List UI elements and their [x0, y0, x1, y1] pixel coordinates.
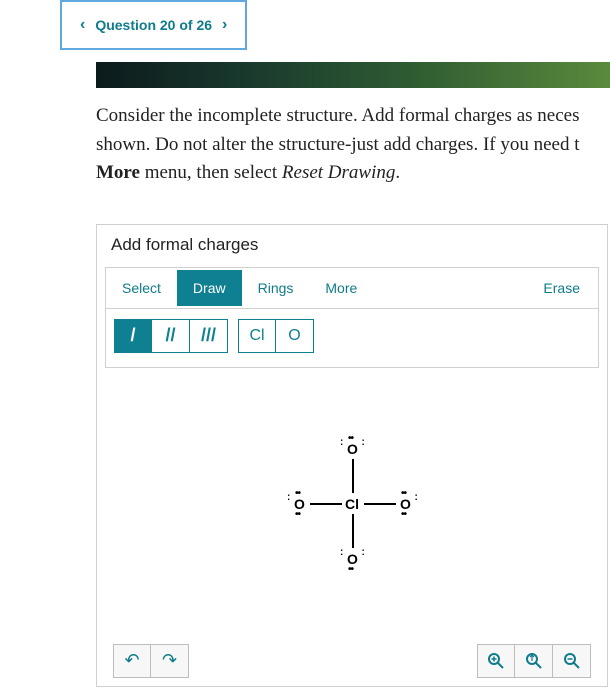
- undo-button[interactable]: ↶: [113, 644, 151, 678]
- bond[interactable]: [310, 503, 342, 505]
- lone-pair-icon: ••: [348, 564, 353, 575]
- structure-editor: Add formal charges Select Draw Rings Mor…: [96, 224, 608, 687]
- lone-pair-icon: ••: [295, 488, 300, 499]
- zoom-out-button[interactable]: [553, 644, 591, 678]
- lone-pair-icon: :: [362, 440, 365, 446]
- question-counter: Question 20 of 26: [95, 17, 212, 33]
- banner-image: [96, 62, 610, 88]
- lone-pair-icon: ••: [401, 509, 406, 520]
- prev-icon[interactable]: ‹: [80, 16, 85, 34]
- editor-footer: ↶ ↷: [105, 638, 599, 686]
- tab-more[interactable]: More: [309, 270, 373, 306]
- triple-bond-icon: ///: [201, 325, 216, 346]
- editor-tabs: Select Draw Rings More Erase: [105, 267, 599, 309]
- double-bond-icon: //: [165, 325, 175, 346]
- single-bond-button[interactable]: /: [114, 319, 152, 353]
- tab-erase[interactable]: Erase: [527, 270, 598, 306]
- single-bond-icon: /: [130, 325, 135, 346]
- bond[interactable]: [352, 514, 354, 548]
- tab-rings[interactable]: Rings: [242, 270, 310, 306]
- zoom-reset-icon: [525, 652, 543, 670]
- zoom-group: [477, 644, 591, 678]
- bond[interactable]: [352, 459, 354, 493]
- atom-cl-button[interactable]: Cl: [238, 319, 276, 353]
- atom-top[interactable]: •• : : O: [347, 441, 358, 457]
- lone-pair-icon: :: [415, 495, 418, 501]
- undo-redo-group: ↶ ↷: [113, 644, 189, 678]
- zoom-in-icon: [487, 652, 505, 670]
- drawing-canvas[interactable]: Cl •• : : O •• : : O •• ••: [105, 368, 599, 638]
- lone-pair-icon: :: [340, 550, 343, 556]
- bond-buttons: / // ///: [114, 319, 228, 353]
- undo-icon: ↶: [124, 650, 139, 671]
- molecule: Cl •• : : O •• : : O •• ••: [252, 413, 452, 593]
- atom-left[interactable]: •• •• : O: [294, 496, 305, 512]
- lone-pair-icon: ••: [401, 488, 406, 499]
- editor-title: Add formal charges: [97, 225, 607, 261]
- atom-right[interactable]: •• •• : O: [400, 496, 411, 512]
- tab-select[interactable]: Select: [106, 270, 177, 306]
- next-icon[interactable]: ›: [222, 16, 227, 34]
- tab-draw[interactable]: Draw: [177, 270, 242, 306]
- question-text: Consider the incomplete structure. Add f…: [96, 102, 610, 188]
- lone-pair-icon: ••: [295, 509, 300, 520]
- redo-button[interactable]: ↷: [151, 644, 189, 678]
- lone-pair-icon: :: [287, 495, 290, 501]
- atom-buttons: Cl O: [238, 319, 314, 353]
- lone-pair-icon: :: [340, 440, 343, 446]
- zoom-reset-button[interactable]: [515, 644, 553, 678]
- bond[interactable]: [364, 503, 396, 505]
- zoom-in-button[interactable]: [477, 644, 515, 678]
- lone-pair-icon: :: [362, 550, 365, 556]
- zoom-out-icon: [563, 652, 581, 670]
- lone-pair-icon: ••: [348, 433, 353, 444]
- triple-bond-button[interactable]: ///: [190, 319, 228, 353]
- double-bond-button[interactable]: //: [152, 319, 190, 353]
- editor-toolbar: / // /// Cl O: [105, 309, 599, 368]
- atom-o-button[interactable]: O: [276, 319, 314, 353]
- atom-center[interactable]: Cl: [345, 496, 359, 512]
- atom-bottom[interactable]: •• : : O: [347, 551, 358, 567]
- redo-icon: ↷: [162, 650, 177, 671]
- question-nav[interactable]: ‹ Question 20 of 26 ›: [60, 0, 247, 50]
